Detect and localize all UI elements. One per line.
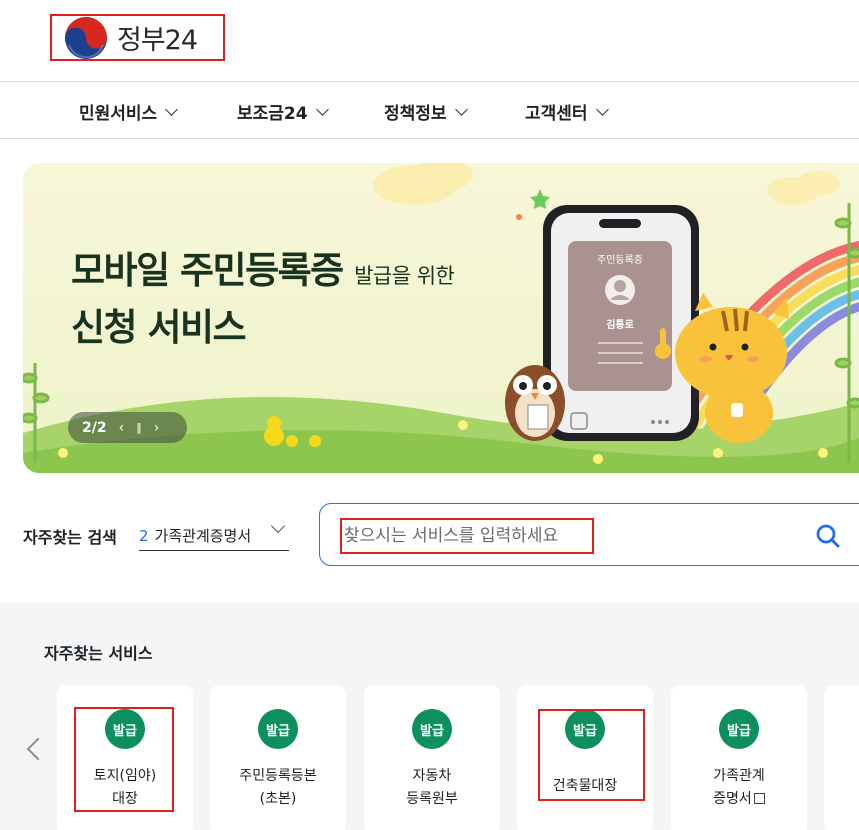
pause-icon[interactable]: ‖: [136, 421, 142, 434]
search-icon[interactable]: [815, 523, 841, 549]
id-card-name: 김통로: [606, 320, 634, 331]
logo-text: 정부24: [117, 25, 198, 56]
nav-item-subsidy24[interactable]: 보조금24: [237, 99, 329, 124]
issue-badge: 발급: [719, 709, 759, 749]
external-link-icon: [753, 793, 765, 804]
service-card-vehicle-register[interactable]: 발급 자동차 등록원부: [364, 685, 500, 830]
highlight-box: [74, 707, 174, 812]
quick-search-label: 자주찾는 검색: [23, 528, 117, 547]
service-card-building-register[interactable]: 발급 건축물대장: [517, 685, 653, 830]
banner-title-line1-suffix: 발급을 위한: [354, 264, 455, 288]
service-card-resident-register[interactable]: 발급 주민등록등본 (초본): [210, 685, 346, 830]
nav-label: 정책정보: [384, 104, 447, 124]
nav-label: 민원서비스: [79, 104, 158, 124]
chevron-right-icon[interactable]: ›: [154, 420, 160, 436]
chevron-left-icon[interactable]: [26, 737, 50, 761]
service-label: 가족관계 증명서: [671, 765, 807, 811]
chevron-down-icon: [165, 102, 179, 116]
service-label-line2: 등록원부: [406, 791, 458, 807]
service-card-land-register[interactable]: 발급 토지(임야) 대장: [57, 685, 193, 830]
banner-headline: 모바일 주민등록증 발급을 위한 신청 서비스: [71, 245, 455, 354]
id-card-title: 주민등록증: [597, 255, 643, 266]
service-label: 자동차 등록원부: [364, 765, 500, 811]
services-title: 자주찾는 서비스: [44, 644, 153, 663]
frequent-services: 자주찾는 서비스 발급 토지(임야) 대장 발급 주민등록등본 (초본) 발급 …: [0, 603, 859, 830]
issue-badge: 발급: [412, 709, 452, 749]
nav-label: 보조금24: [237, 104, 308, 124]
quick-search-number: 2: [139, 526, 149, 545]
search-input[interactable]: [340, 518, 594, 554]
chevron-left-icon[interactable]: ‹: [119, 420, 125, 436]
service-label-line1: 자동차: [412, 768, 452, 784]
banner-controls: 2/2 ‹ ‖ ›: [68, 412, 187, 443]
nav-item-civil-services[interactable]: 민원서비스: [79, 99, 179, 124]
chevron-down-icon: [315, 102, 329, 116]
search-box: [319, 503, 859, 566]
nav-item-policy-info[interactable]: 정책정보: [384, 99, 468, 124]
service-label-line1: 가족관계: [713, 768, 765, 784]
quick-search-select[interactable]: 2 가족관계증명서: [139, 518, 289, 551]
banner-title-line2: 신청 서비스: [71, 306, 247, 349]
banner-pager: 2/2: [82, 419, 107, 436]
main-navigation: 민원서비스 보조금24 정책정보 고객센터: [0, 82, 859, 139]
chevron-down-icon: [454, 102, 468, 116]
service-label-line1: 주민등록등본: [239, 768, 317, 784]
service-label-line2: (초본): [259, 791, 297, 807]
taegeuk-icon: [63, 15, 109, 61]
service-label: 주민등록등본 (초본): [210, 765, 346, 811]
chevron-down-icon: [595, 102, 609, 116]
service-card-family-certificate[interactable]: 발급 가족관계 증명서: [671, 685, 807, 830]
chevron-down-icon: [270, 518, 286, 534]
nav-label: 고객센터: [525, 104, 588, 124]
service-label-line2: 증명서: [713, 791, 752, 807]
main-banner[interactable]: 모바일 주민등록증 발급을 위한 신청 서비스 주민등록증 김통로 2/2 ‹ …: [23, 163, 859, 473]
highlight-box: [538, 709, 645, 801]
service-card-next-partial[interactable]: [824, 685, 859, 830]
nav-item-customer-center[interactable]: 고객센터: [525, 99, 609, 124]
site-header: 정부24: [0, 0, 859, 82]
quick-search-value: 가족관계증명서: [154, 527, 252, 545]
site-logo[interactable]: 정부24: [50, 14, 225, 61]
issue-badge: 발급: [258, 709, 298, 749]
banner-title-line1: 모바일 주민등록증: [71, 249, 344, 292]
